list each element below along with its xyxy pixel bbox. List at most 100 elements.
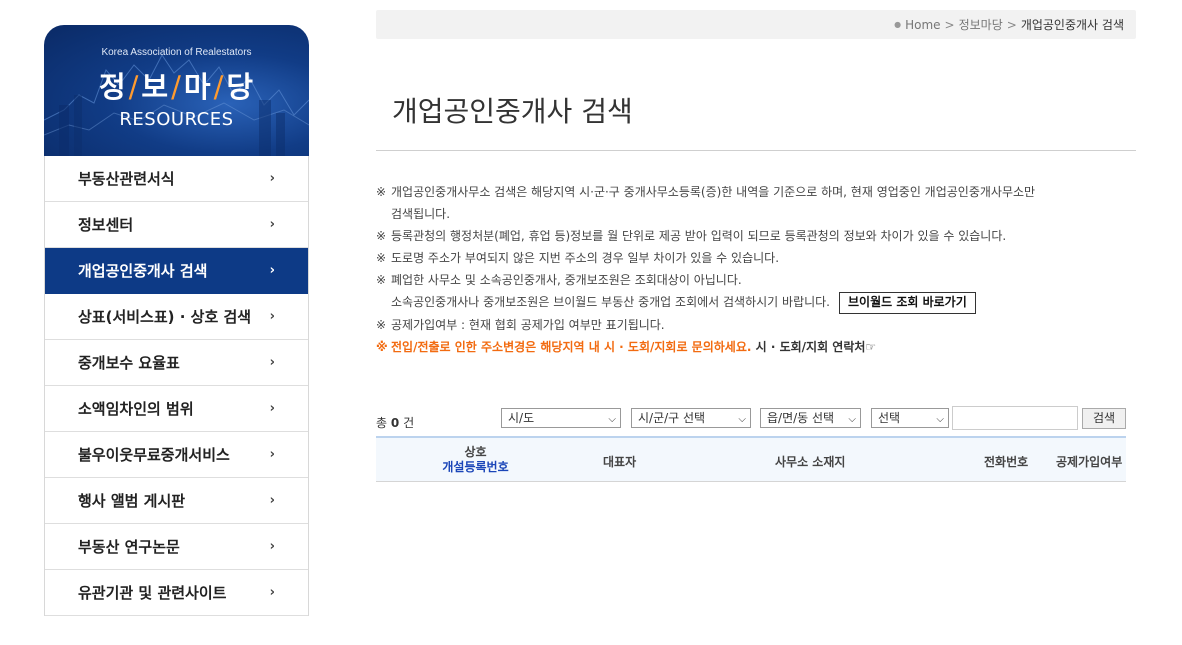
sidebar-item-label: 정보센터 — [78, 216, 134, 234]
column-header-address: 사무소 소재지 — [775, 455, 846, 469]
sidebar-item-info-center[interactable]: 정보센터 › — [45, 202, 308, 248]
column-header-name-line1: 상호 — [464, 445, 487, 459]
search-button[interactable]: 검색 — [1082, 408, 1126, 429]
notice-item: ※ 등록관청의 행정처분(폐업, 휴업 등)정보를 월 단위로 제공 받아 입력이… — [376, 225, 1136, 247]
banner-org-name: Korea Association of Realestators — [101, 47, 252, 58]
keyword-input[interactable] — [952, 406, 1078, 430]
sidebar-item-label: 중개보수 요율표 — [78, 354, 180, 372]
banner-title-english: RESOURCES — [119, 109, 234, 130]
notice-mark: ※ — [376, 273, 387, 287]
chevron-right-icon: › — [269, 170, 275, 186]
chevron-down-icon: ⌵ — [936, 414, 944, 425]
chevron-down-icon: ⌵ — [848, 414, 856, 425]
sidebar-item-fee-table[interactable]: 중개보수 요율표 › — [45, 340, 308, 386]
sidebar-item-label: 부동산 연구논문 — [78, 538, 180, 556]
notice-list: ※ 개업공인중개사무소 검색은 해당지역 시·군·구 중개사무소등록(증)한 내역… — [376, 181, 1136, 358]
sidebar-item-free-brokerage[interactable]: 불우이웃무료중개서비스 › — [45, 432, 308, 478]
notice-item: ※ 도로명 주소가 부여되지 않은 지번 주소의 경우 일부 차이가 있을 수 있… — [376, 247, 1136, 269]
chevron-down-icon: ⌵ — [608, 414, 616, 425]
count-suffix: 건 — [403, 416, 415, 430]
notice-item-highlight: ※ 전입/전출로 인한 주소변경은 해당지역 내 시 · 도회/지회로 문의하세요… — [376, 336, 1136, 358]
sido-select-value: 시/도 — [508, 411, 535, 425]
sidebar-item-label: 불우이웃무료중개서비스 — [78, 446, 230, 464]
column-header-insurance: 공제가입여부 — [1056, 455, 1123, 469]
column-header-representative: 대표자 — [603, 455, 637, 469]
column-header-phone: 전화번호 — [984, 455, 1029, 469]
sidebar-banner: Korea Association of Realestators 정/보/마/… — [44, 25, 309, 156]
sidebar-item-research-papers[interactable]: 부동산 연구논문 › — [45, 524, 308, 570]
banner-title-char: 당 — [226, 70, 255, 104]
chevron-right-icon: › — [269, 216, 275, 232]
notice-text: 개업공인중개사무소 검색은 해당지역 시·군·구 중개사무소등록(증)한 내역을… — [391, 185, 1036, 199]
banner-title-separator: / — [171, 70, 182, 104]
category-select[interactable]: 선택 ⌵ — [871, 408, 949, 428]
chevron-right-icon: › — [269, 262, 275, 278]
banner-title-char: 정 — [98, 70, 127, 104]
sidebar-item-label: 소액임차인의 범위 — [78, 400, 194, 418]
notice-mark: ※ — [376, 251, 387, 265]
breadcrumb-separator: > — [944, 17, 955, 32]
sidebar-item-label: 유관기관 및 관련사이트 — [78, 584, 227, 602]
chevron-right-icon: › — [269, 308, 275, 324]
sidebar-item-label: 행사 앨범 게시판 — [78, 492, 186, 510]
sidebar-item-forms[interactable]: 부동산관련서식 › — [45, 156, 308, 202]
sidebar-item-broker-search[interactable]: 개업공인중개사 검색 › — [45, 248, 308, 294]
notice-text: 공제가입여부 : 현재 협회 공제가입 여부만 표기됩니다. — [391, 317, 665, 332]
chevron-down-icon: ⌵ — [738, 414, 746, 425]
chevron-right-icon: › — [269, 584, 275, 600]
count-value: 0 — [390, 416, 400, 430]
eupmyeondong-select-value: 읍/면/동 선택 — [767, 411, 835, 425]
count-prefix: 총 — [376, 416, 388, 430]
sidebar-menu: 부동산관련서식 › 정보센터 › 개업공인중개사 검색 › 상표(서비스표) · 상호… — [44, 156, 309, 616]
notice-text: 소속공인중개사나 중개보조원은 브이월드 부동산 중개업 조회에서 검색하시기 … — [391, 295, 830, 309]
notice-item: ※ 공제가입여부 : 현재 협회 공제가입 여부만 표기됩니다. — [376, 314, 1136, 336]
results-table-header: 상호 개설등록번호 대표자 사무소 소재지 전화번호 공제가입여부 — [376, 436, 1126, 482]
vworld-button[interactable]: 브이월드 조회 바로가기 — [839, 291, 976, 314]
banner-title-char: 마 — [183, 70, 212, 104]
sidebar-item-label: 상표(서비스표) · 상호 검색 — [78, 308, 252, 326]
notice-item: ※ 개업공인중개사무소 검색은 해당지역 시·군·구 중개사무소등록(증)한 내역… — [376, 181, 1136, 225]
notice-mark: ※ — [376, 317, 387, 332]
banner-title: 정/보/마/당 — [44, 64, 309, 106]
notice-mark: ※ — [376, 185, 387, 199]
notice-text: 폐업한 사무소 및 소속공인중개사, 중개보조원은 조회대상이 아닙니다. — [391, 273, 742, 287]
notice-text: 전입/전출로 인한 주소변경은 해당지역 내 시 · 도회/지회로 문의하세요. — [391, 339, 752, 354]
sidebar-item-label: 부동산관련서식 — [78, 170, 175, 188]
notice-text: 검색됩니다. — [391, 207, 451, 221]
notice-item: ※ 폐업한 사무소 및 소속공인중개사, 중개보조원은 조회대상이 아닙니다. 소… — [376, 269, 1136, 314]
sidebar-item-related-sites[interactable]: 유관기관 및 관련사이트 › — [45, 570, 308, 616]
chevron-right-icon: › — [269, 400, 275, 416]
result-count: 총 0 건 — [376, 414, 414, 431]
page-title: 개업공인중개사 검색 — [392, 95, 633, 128]
breadcrumb: ● Home > 정보마당 > 개업공인중개사 검색 — [376, 10, 1136, 39]
notice-text: 등록관청의 행정처분(폐업, 휴업 등)정보를 월 단위로 제공 받아 입력이 … — [391, 229, 1007, 243]
sigungu-select[interactable]: 시/군/구 선택 ⌵ — [631, 408, 751, 428]
column-header-name: 상호 개설등록번호 — [438, 445, 513, 475]
chevron-right-icon: › — [269, 492, 275, 508]
banner-title-separator: / — [213, 70, 225, 104]
chevron-right-icon: › — [269, 538, 275, 554]
home-dot-icon: ● — [894, 20, 902, 29]
breadcrumb-current: 개업공인중개사 검색 — [1020, 18, 1124, 32]
notice-text: 도로명 주소가 부여되지 않은 지번 주소의 경우 일부 차이가 있을 수 있습… — [391, 251, 780, 265]
contact-link[interactable]: 시 · 도회/지회 연락처☞ — [756, 340, 877, 354]
notice-mark: ※ — [376, 229, 387, 243]
sidebar-item-event-album[interactable]: 행사 앨범 게시판 › — [45, 478, 308, 524]
breadcrumb-separator: > — [1006, 17, 1017, 32]
title-divider — [376, 150, 1136, 151]
notice-mark: ※ — [376, 339, 388, 354]
chevron-right-icon: › — [269, 446, 275, 462]
sidebar-item-trademark-search[interactable]: 상표(서비스표) · 상호 검색 › — [45, 294, 308, 340]
banner-title-separator: / — [128, 70, 140, 104]
breadcrumb-home[interactable]: Home — [905, 18, 940, 32]
sido-select[interactable]: 시/도 ⌵ — [501, 408, 621, 428]
category-select-value: 선택 — [878, 411, 901, 425]
notice-line: 소속공인중개사나 중개보조원은 브이월드 부동산 중개업 조회에서 검색하시기 … — [376, 291, 1136, 314]
sigungu-select-value: 시/군/구 선택 — [638, 411, 706, 425]
sidebar-item-small-tenant[interactable]: 소액임차인의 범위 › — [45, 386, 308, 432]
sidebar-item-label: 개업공인중개사 검색 — [78, 262, 208, 280]
breadcrumb-parent[interactable]: 정보마당 — [959, 16, 1003, 33]
sidebar: Korea Association of Realestators 정/보/마/… — [44, 25, 309, 645]
banner-title-char: 보 — [141, 70, 170, 104]
eupmyeondong-select[interactable]: 읍/면/동 선택 ⌵ — [760, 408, 861, 428]
